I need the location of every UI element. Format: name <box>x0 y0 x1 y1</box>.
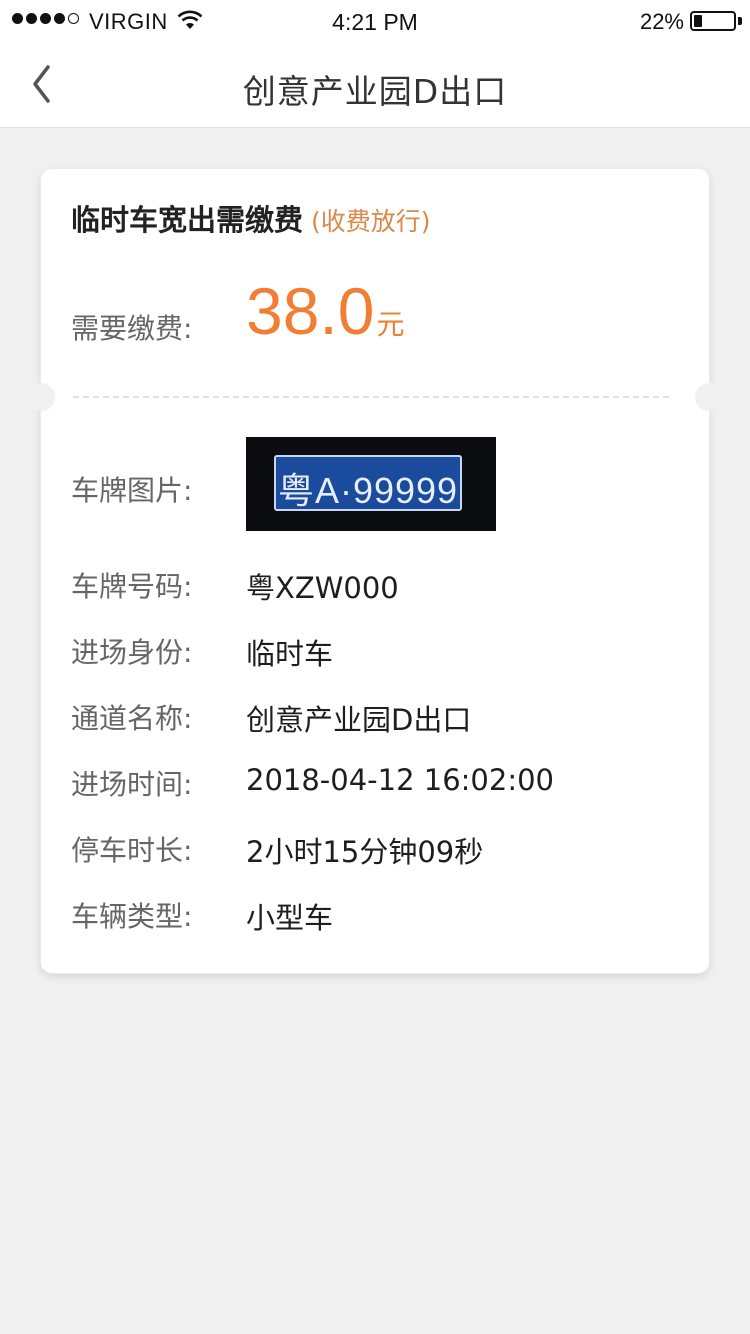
battery-tip <box>738 17 742 25</box>
entry-time-label: 进场时间: <box>71 768 193 801</box>
fee-amount: 38.0 <box>246 274 375 348</box>
parking-duration-label: 停车时长: <box>71 834 193 867</box>
license-plate: 粤A·99999 <box>274 455 462 511</box>
plate-image-label: 车牌图片: <box>71 474 193 507</box>
card-subtitle: (收费放行) <box>311 207 431 236</box>
plate-number-label: 车牌号码: <box>71 570 193 603</box>
entry-identity-label: 进场身份: <box>71 636 193 669</box>
dashed-divider <box>73 396 669 398</box>
vehicle-type-value: 小型车 <box>246 901 334 935</box>
card-title: 临时车宽出需缴费 (收费放行) <box>71 197 431 239</box>
card-title-text: 临时车宽出需缴费 <box>71 203 304 237</box>
fee-unit: 元 <box>376 309 405 340</box>
battery-level <box>694 15 702 27</box>
entry-time-value: 2018-04-12 16:02:00 <box>246 763 554 797</box>
channel-name-value: 创意产业园D出口 <box>246 703 472 737</box>
entry-identity-value: 临时车 <box>246 637 334 671</box>
channel-name-label: 通道名称: <box>71 702 193 735</box>
ticket-notch-right <box>695 383 723 411</box>
battery-percent: 22% <box>639 9 684 34</box>
parking-duration-value: 2小时15分钟09秒 <box>246 835 484 869</box>
status-time: 4:21 PM <box>332 9 418 35</box>
license-plate-image: 粤A·99999 <box>246 437 496 531</box>
license-plate-text: 粤A·99999 <box>277 470 459 511</box>
status-bar: VIRGIN 4:21 PM 22% <box>0 0 750 42</box>
navigation-bar: 创意产业园D出口 <box>0 42 750 128</box>
payment-card: 临时车宽出需缴费 (收费放行) 需要缴费: 38.0元 车牌图片: 粤A·9999… <box>27 168 723 974</box>
battery-icon <box>690 11 736 31</box>
vehicle-type-label: 车辆类型: <box>71 900 193 933</box>
plate-number-value: 粤XZW000 <box>246 571 399 605</box>
fee-amount-display: 38.0元 <box>246 273 404 349</box>
ticket-notch-left <box>27 383 55 411</box>
fee-label: 需要缴费: <box>71 312 193 345</box>
page-title: 创意产业园D出口 <box>242 72 508 111</box>
